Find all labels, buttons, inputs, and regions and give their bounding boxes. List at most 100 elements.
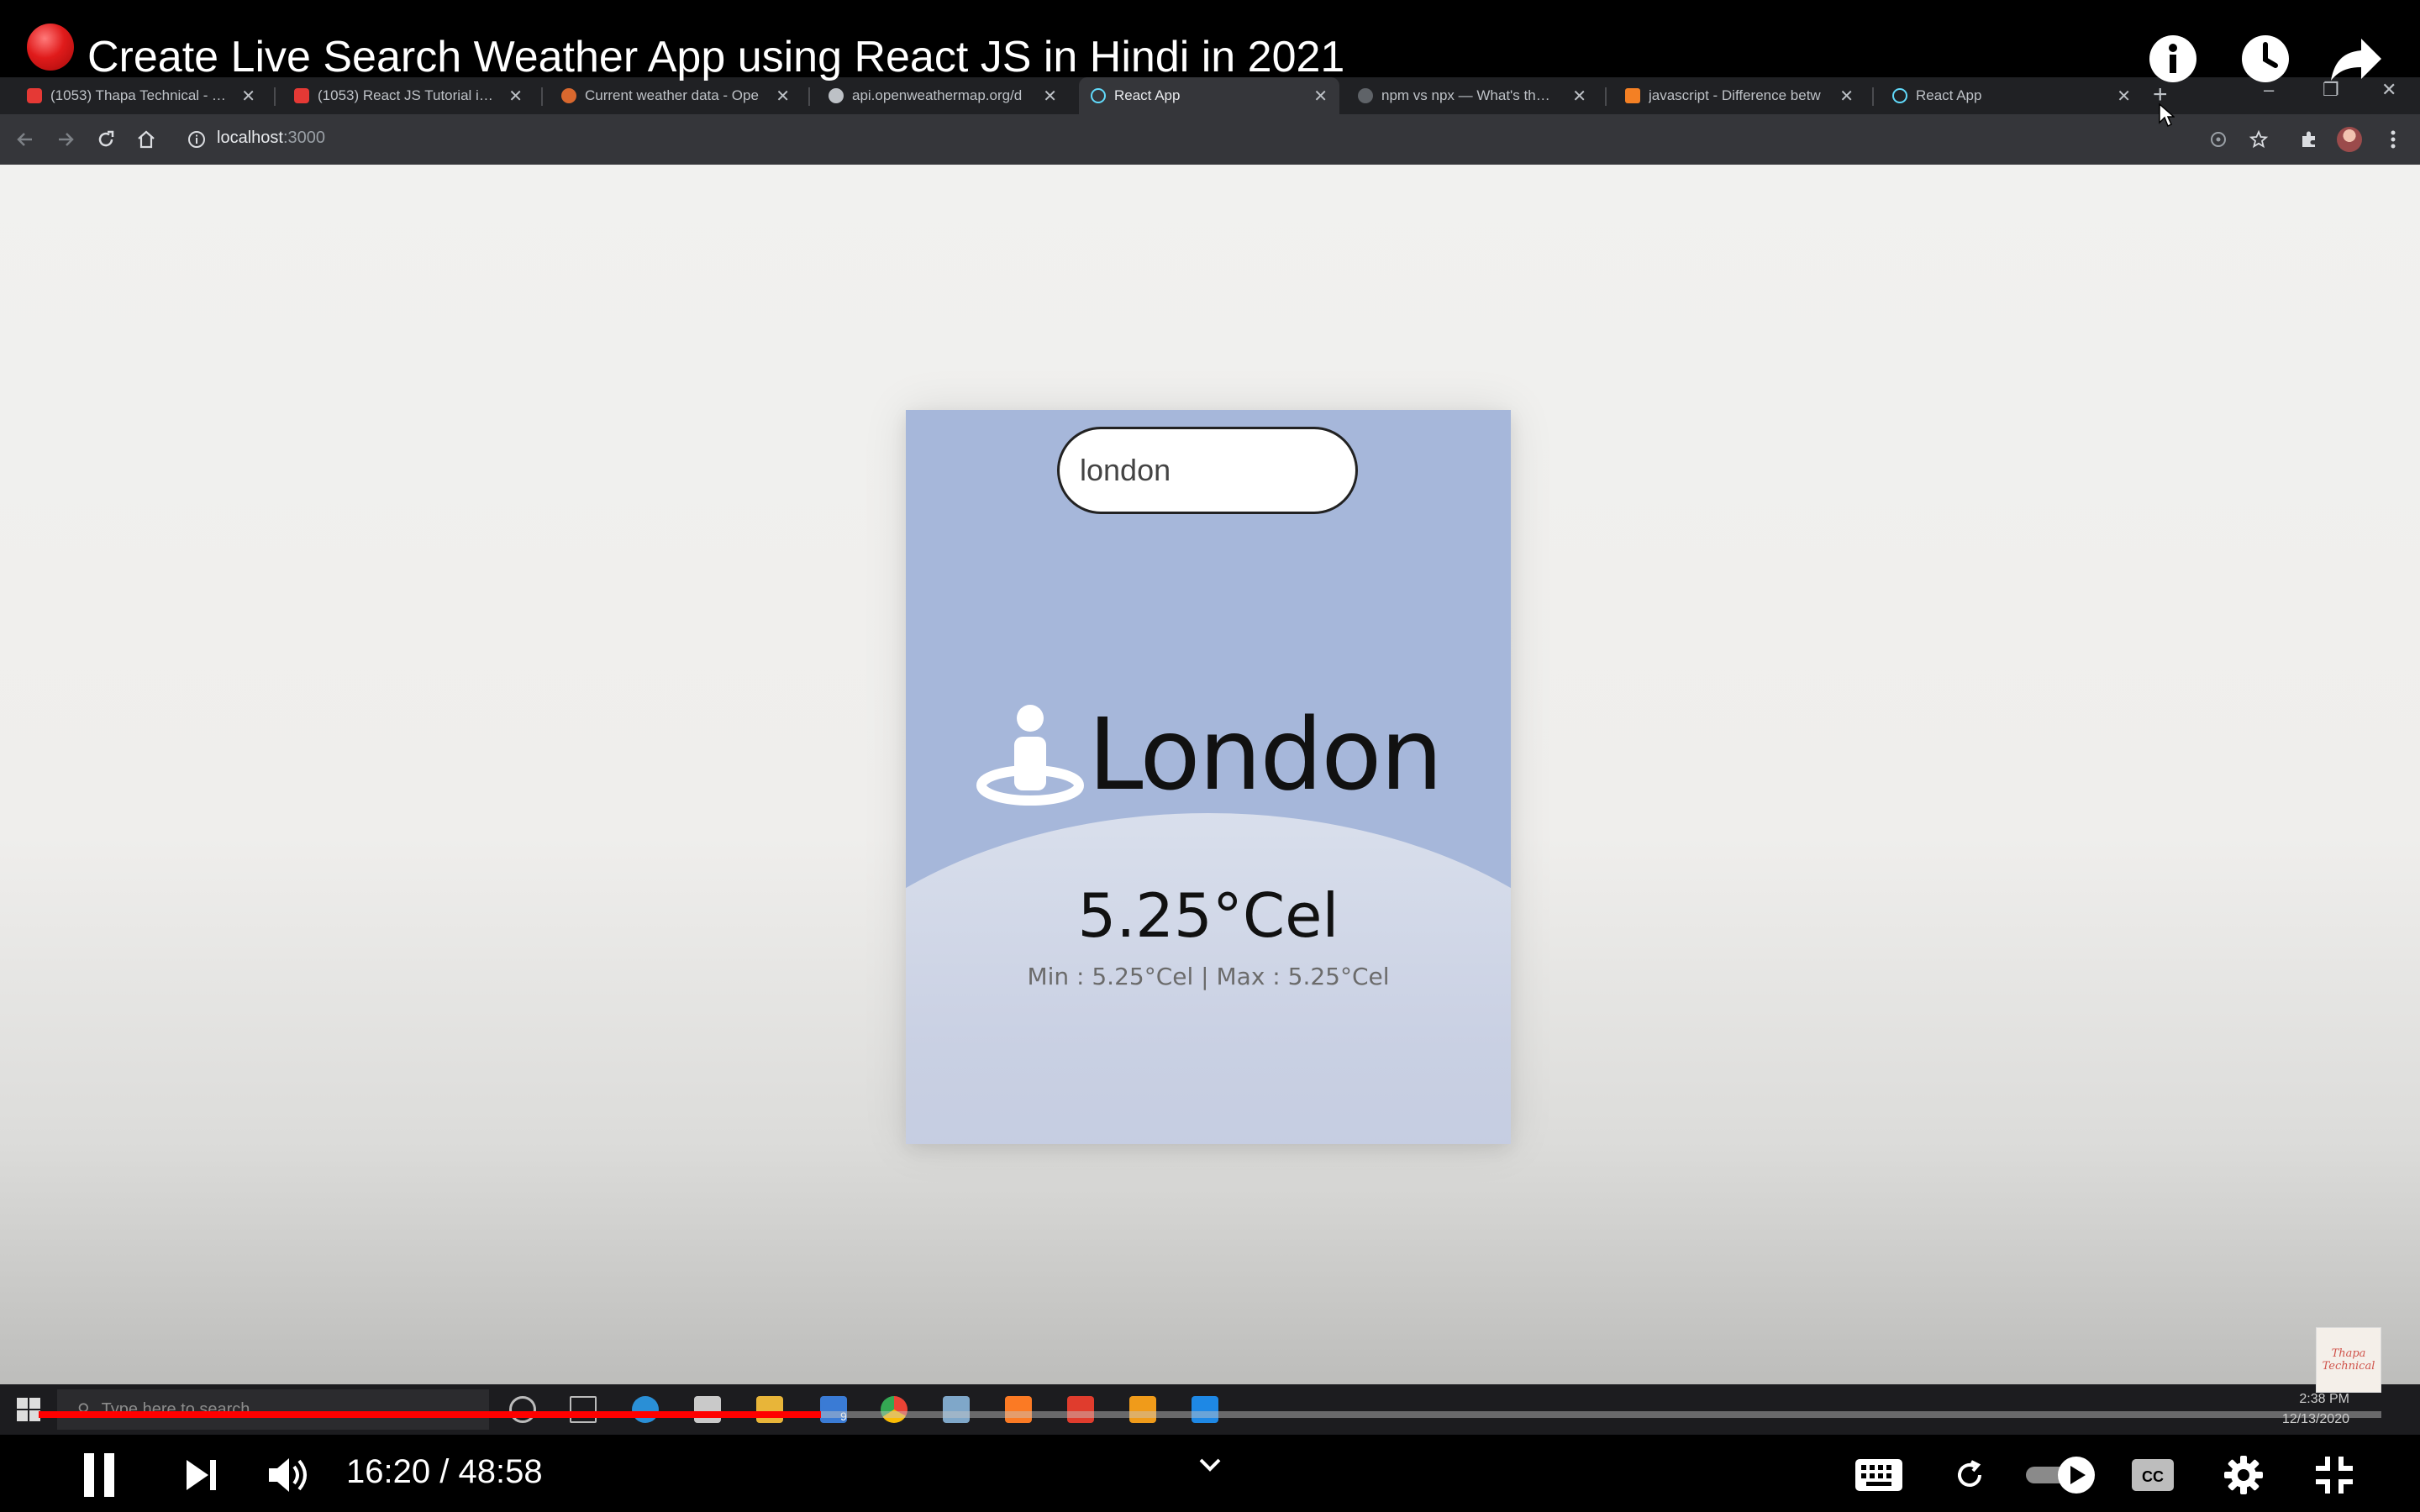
video-title[interactable]: Create Live Search Weather App using Rea…: [87, 30, 1344, 84]
settings-gear-icon[interactable]: [2218, 1450, 2269, 1500]
site-info-icon[interactable]: [183, 126, 210, 153]
video-progress-played: [39, 1411, 821, 1418]
tab-divider: [1872, 87, 1874, 106]
tab-close-icon[interactable]: ✕: [508, 86, 523, 107]
tab-divider: [541, 87, 543, 106]
video-player[interactable]: Create Live Search Weather App using Rea…: [0, 0, 2420, 1512]
stackoverflow-favicon-icon: [1625, 88, 1640, 103]
tab-label: npm vs npx — What's the D: [1381, 87, 1558, 103]
file-explorer-icon[interactable]: [756, 1396, 783, 1423]
restore-icon[interactable]: ❐: [2323, 79, 2339, 101]
tab-divider: [1605, 87, 1607, 106]
back-icon[interactable]: [12, 126, 39, 153]
time-display: 16:20 / 48:58: [346, 1453, 543, 1491]
edge-app-icon[interactable]: [632, 1396, 659, 1423]
browser-toolbar: localhost:3000: [0, 114, 2420, 165]
home-icon[interactable]: [133, 126, 160, 153]
city-search-input[interactable]: [1057, 427, 1358, 514]
browser-menu-icon[interactable]: [2380, 126, 2407, 153]
cortana-icon[interactable]: [509, 1396, 536, 1423]
volume-button[interactable]: [264, 1450, 314, 1500]
page-viewport: London 5.25°Cel Min : 5.25°Cel | Max : 5…: [0, 165, 2420, 1384]
tab-close-icon[interactable]: ✕: [1313, 86, 1328, 107]
xampp-app-icon[interactable]: [1005, 1396, 1032, 1423]
react-favicon-icon: [1892, 88, 1907, 103]
youtube-favicon-icon: [27, 88, 42, 103]
weather-card: London 5.25°Cel Min : 5.25°Cel | Max : 5…: [906, 410, 1511, 1144]
channel-avatar-icon[interactable]: [27, 24, 74, 71]
taskbar-clock[interactable]: 2:38 PM 12/13/2020: [2282, 1389, 2349, 1430]
temperature: 5.25°Cel: [1077, 880, 1339, 951]
browser-tab[interactable]: React App ✕: [1881, 77, 2143, 114]
minimize-icon[interactable]: –: [2264, 79, 2274, 101]
time-total: 48:58: [458, 1453, 543, 1490]
street-view-icon: [976, 705, 1084, 806]
lens-icon[interactable]: [2205, 126, 2232, 153]
keyboard-shortcuts-button[interactable]: [1854, 1450, 1904, 1500]
tab-label: Current weather data - Ope: [585, 87, 759, 103]
exit-fullscreen-icon[interactable]: [2309, 1450, 2360, 1500]
close-window-icon[interactable]: ✕: [2381, 79, 2396, 101]
channel-watermark[interactable]: Thapa Technical: [2316, 1327, 2381, 1393]
tab-divider: [274, 87, 276, 106]
replay-icon[interactable]: [1944, 1450, 1995, 1500]
browser-tab[interactable]: npm vs npx — What's the D ✕: [1346, 77, 1598, 114]
task-view-icon[interactable]: [570, 1396, 597, 1423]
watermark-text: Thapa Technical: [2322, 1347, 2375, 1373]
tab-label: (1053) React JS Tutorial in H: [318, 87, 494, 103]
forward-icon[interactable]: [52, 126, 79, 153]
tab-close-icon[interactable]: ✕: [241, 86, 255, 107]
tab-label: React App: [1916, 87, 1982, 103]
react-favicon-icon: [1091, 88, 1106, 103]
info-icon[interactable]: [2146, 32, 2200, 86]
player-controls: 16:20 / 48:58 CC: [0, 1435, 2420, 1512]
video-title-bar: Create Live Search Weather App using Rea…: [0, 0, 2420, 82]
store-app-icon[interactable]: [694, 1396, 721, 1423]
chevron-down-icon[interactable]: [1185, 1440, 1235, 1490]
captions-button[interactable]: CC: [2128, 1450, 2178, 1500]
openweather-favicon-icon: [561, 88, 576, 103]
address-port: :3000: [282, 129, 325, 147]
windows-start-icon[interactable]: [17, 1398, 40, 1425]
next-video-button[interactable]: [176, 1450, 227, 1500]
globe-favicon-icon: [829, 88, 844, 103]
min-max-temperature: Min : 5.25°Cel | Max : 5.25°Cel: [1027, 963, 1390, 990]
address-bar[interactable]: localhost:3000: [217, 129, 325, 148]
city-heading: London: [906, 696, 1511, 813]
tab-label: javascript - Difference betw: [1649, 87, 1821, 103]
office-app-icon[interactable]: [1067, 1396, 1094, 1423]
notes-app-icon[interactable]: [943, 1396, 970, 1423]
tab-close-icon[interactable]: ✕: [2117, 86, 2131, 107]
tab-label: (1053) Thapa Technical - Yo: [50, 87, 227, 103]
svg-text:CC: CC: [2142, 1468, 2164, 1485]
time-separator: /: [439, 1453, 450, 1490]
mouse-cursor-icon: [2159, 102, 2175, 128]
a-favicon-icon: [1358, 88, 1373, 103]
chrome-app-icon[interactable]: [881, 1396, 908, 1423]
autoplay-toggle[interactable]: [2023, 1450, 2101, 1500]
profile-avatar-icon[interactable]: [2336, 126, 2363, 153]
sublime-app-icon[interactable]: [1129, 1396, 1156, 1423]
pause-button[interactable]: [74, 1450, 124, 1500]
time-current: 16:20: [346, 1453, 431, 1490]
share-icon[interactable]: [2329, 32, 2383, 86]
tab-close-icon[interactable]: ✕: [1043, 86, 1057, 107]
tab-label: React App: [1114, 87, 1181, 103]
reload-icon[interactable]: [92, 126, 119, 153]
video-progress-bar[interactable]: [39, 1411, 2381, 1418]
browser-tab[interactable]: javascript - Difference betw ✕: [1613, 77, 1865, 114]
tab-close-icon[interactable]: ✕: [776, 86, 790, 107]
bookmark-star-icon[interactable]: [2245, 126, 2272, 153]
watch-later-icon[interactable]: [2238, 32, 2292, 86]
youtube-favicon-icon: [294, 88, 309, 103]
windows-taskbar: ⚲ Type here to search 9 2:38 PM 12/13/20…: [0, 1384, 2420, 1435]
taskbar-search-box[interactable]: ⚲ Type here to search: [57, 1389, 489, 1430]
tab-close-icon[interactable]: ✕: [1572, 86, 1586, 107]
tab-divider: [808, 87, 810, 106]
tab-label: api.openweathermap.org/d: [852, 87, 1023, 103]
extensions-icon[interactable]: [2296, 126, 2323, 153]
vscode-app-icon[interactable]: [1192, 1396, 1218, 1423]
tab-close-icon[interactable]: ✕: [1839, 86, 1854, 107]
address-host: localhost: [217, 129, 283, 147]
city-name: London: [1087, 696, 1444, 812]
